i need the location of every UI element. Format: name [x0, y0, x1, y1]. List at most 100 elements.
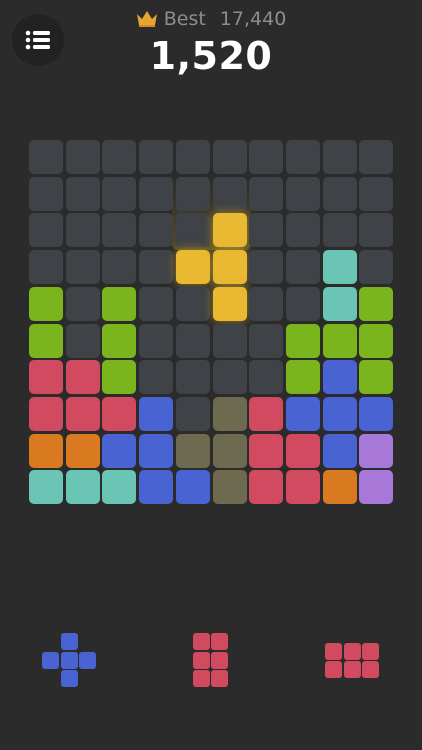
empty-cell[interactable]	[139, 286, 174, 321]
empty-cell[interactable]	[212, 176, 247, 211]
filled-block[interactable]	[285, 360, 320, 395]
filled-block[interactable]	[29, 470, 63, 505]
filled-block[interactable]	[359, 360, 394, 395]
empty-cell[interactable]	[139, 323, 174, 358]
filled-block[interactable]	[359, 286, 394, 321]
filled-block[interactable]	[175, 433, 210, 468]
filled-block[interactable]	[322, 396, 357, 431]
filled-block[interactable]	[29, 323, 63, 358]
filled-block[interactable]	[65, 433, 100, 468]
filled-block[interactable]	[285, 470, 320, 505]
empty-cell[interactable]	[29, 140, 63, 174]
empty-cell[interactable]	[285, 140, 320, 174]
filled-block[interactable]	[139, 396, 174, 431]
empty-cell[interactable]	[102, 213, 137, 248]
empty-cell[interactable]	[175, 176, 210, 211]
filled-block[interactable]	[322, 470, 357, 505]
filled-block[interactable]	[102, 286, 137, 321]
filled-block[interactable]	[102, 360, 137, 395]
empty-cell[interactable]	[65, 323, 100, 358]
filled-block[interactable]	[65, 470, 100, 505]
filled-block[interactable]	[29, 433, 63, 468]
filled-block[interactable]	[359, 470, 394, 505]
empty-cell[interactable]	[285, 176, 320, 211]
filled-block[interactable]	[285, 323, 320, 358]
filled-block[interactable]	[212, 433, 247, 468]
empty-cell[interactable]	[212, 323, 247, 358]
filled-block[interactable]	[102, 470, 137, 505]
empty-cell[interactable]	[175, 323, 210, 358]
filled-block[interactable]	[359, 323, 394, 358]
empty-cell[interactable]	[359, 213, 394, 248]
filled-block[interactable]	[249, 470, 284, 505]
empty-cell[interactable]	[139, 176, 174, 211]
filled-block[interactable]	[322, 433, 357, 468]
empty-cell[interactable]	[102, 140, 137, 174]
empty-cell[interactable]	[139, 213, 174, 248]
empty-cell[interactable]	[29, 176, 63, 211]
empty-cell[interactable]	[139, 140, 174, 174]
filled-block[interactable]	[212, 396, 247, 431]
filled-block[interactable]	[249, 433, 284, 468]
empty-cell[interactable]	[139, 360, 174, 395]
filled-block[interactable]	[359, 396, 394, 431]
empty-cell[interactable]	[175, 213, 210, 248]
filled-block[interactable]	[139, 433, 174, 468]
filled-block[interactable]	[29, 286, 63, 321]
plus-piece[interactable]	[42, 633, 98, 689]
empty-cell[interactable]	[212, 140, 247, 174]
filled-block[interactable]	[322, 360, 357, 395]
empty-cell[interactable]	[65, 213, 100, 248]
empty-cell[interactable]	[249, 250, 284, 285]
filled-block[interactable]	[65, 396, 100, 431]
filled-block[interactable]	[102, 433, 137, 468]
empty-cell[interactable]	[359, 140, 394, 174]
three-by-two-piece[interactable]	[325, 642, 381, 680]
empty-cell[interactable]	[249, 323, 284, 358]
empty-cell[interactable]	[285, 286, 320, 321]
empty-cell[interactable]	[249, 286, 284, 321]
empty-cell[interactable]	[29, 250, 63, 285]
empty-cell[interactable]	[359, 176, 394, 211]
empty-cell[interactable]	[65, 140, 100, 174]
empty-cell[interactable]	[322, 176, 357, 211]
empty-cell[interactable]	[65, 250, 100, 285]
filled-block[interactable]	[175, 470, 210, 505]
ghost-block[interactable]	[212, 250, 247, 285]
empty-cell[interactable]	[285, 213, 320, 248]
empty-cell[interactable]	[102, 176, 137, 211]
two-by-three-piece[interactable]	[192, 633, 230, 689]
filled-block[interactable]	[285, 433, 320, 468]
empty-cell[interactable]	[249, 176, 284, 211]
empty-cell[interactable]	[249, 213, 284, 248]
empty-cell[interactable]	[212, 360, 247, 395]
game-board[interactable]	[29, 140, 394, 505]
empty-cell[interactable]	[139, 250, 174, 285]
filled-block[interactable]	[102, 323, 137, 358]
empty-cell[interactable]	[65, 176, 100, 211]
filled-block[interactable]	[322, 286, 357, 321]
ghost-block[interactable]	[175, 250, 210, 285]
empty-cell[interactable]	[175, 140, 210, 174]
filled-block[interactable]	[29, 396, 63, 431]
empty-cell[interactable]	[102, 250, 137, 285]
filled-block[interactable]	[29, 360, 63, 395]
empty-cell[interactable]	[359, 250, 394, 285]
empty-cell[interactable]	[29, 213, 63, 248]
filled-block[interactable]	[322, 250, 357, 285]
empty-cell[interactable]	[285, 250, 320, 285]
filled-block[interactable]	[359, 433, 394, 468]
filled-block[interactable]	[102, 396, 137, 431]
ghost-block[interactable]	[212, 213, 247, 248]
filled-block[interactable]	[322, 323, 357, 358]
filled-block[interactable]	[139, 470, 174, 505]
empty-cell[interactable]	[249, 360, 284, 395]
empty-cell[interactable]	[175, 360, 210, 395]
empty-cell[interactable]	[175, 396, 210, 431]
empty-cell[interactable]	[65, 286, 100, 321]
empty-cell[interactable]	[249, 140, 284, 174]
empty-cell[interactable]	[322, 213, 357, 248]
ghost-block[interactable]	[212, 286, 247, 321]
filled-block[interactable]	[212, 470, 247, 505]
empty-cell[interactable]	[322, 140, 357, 174]
